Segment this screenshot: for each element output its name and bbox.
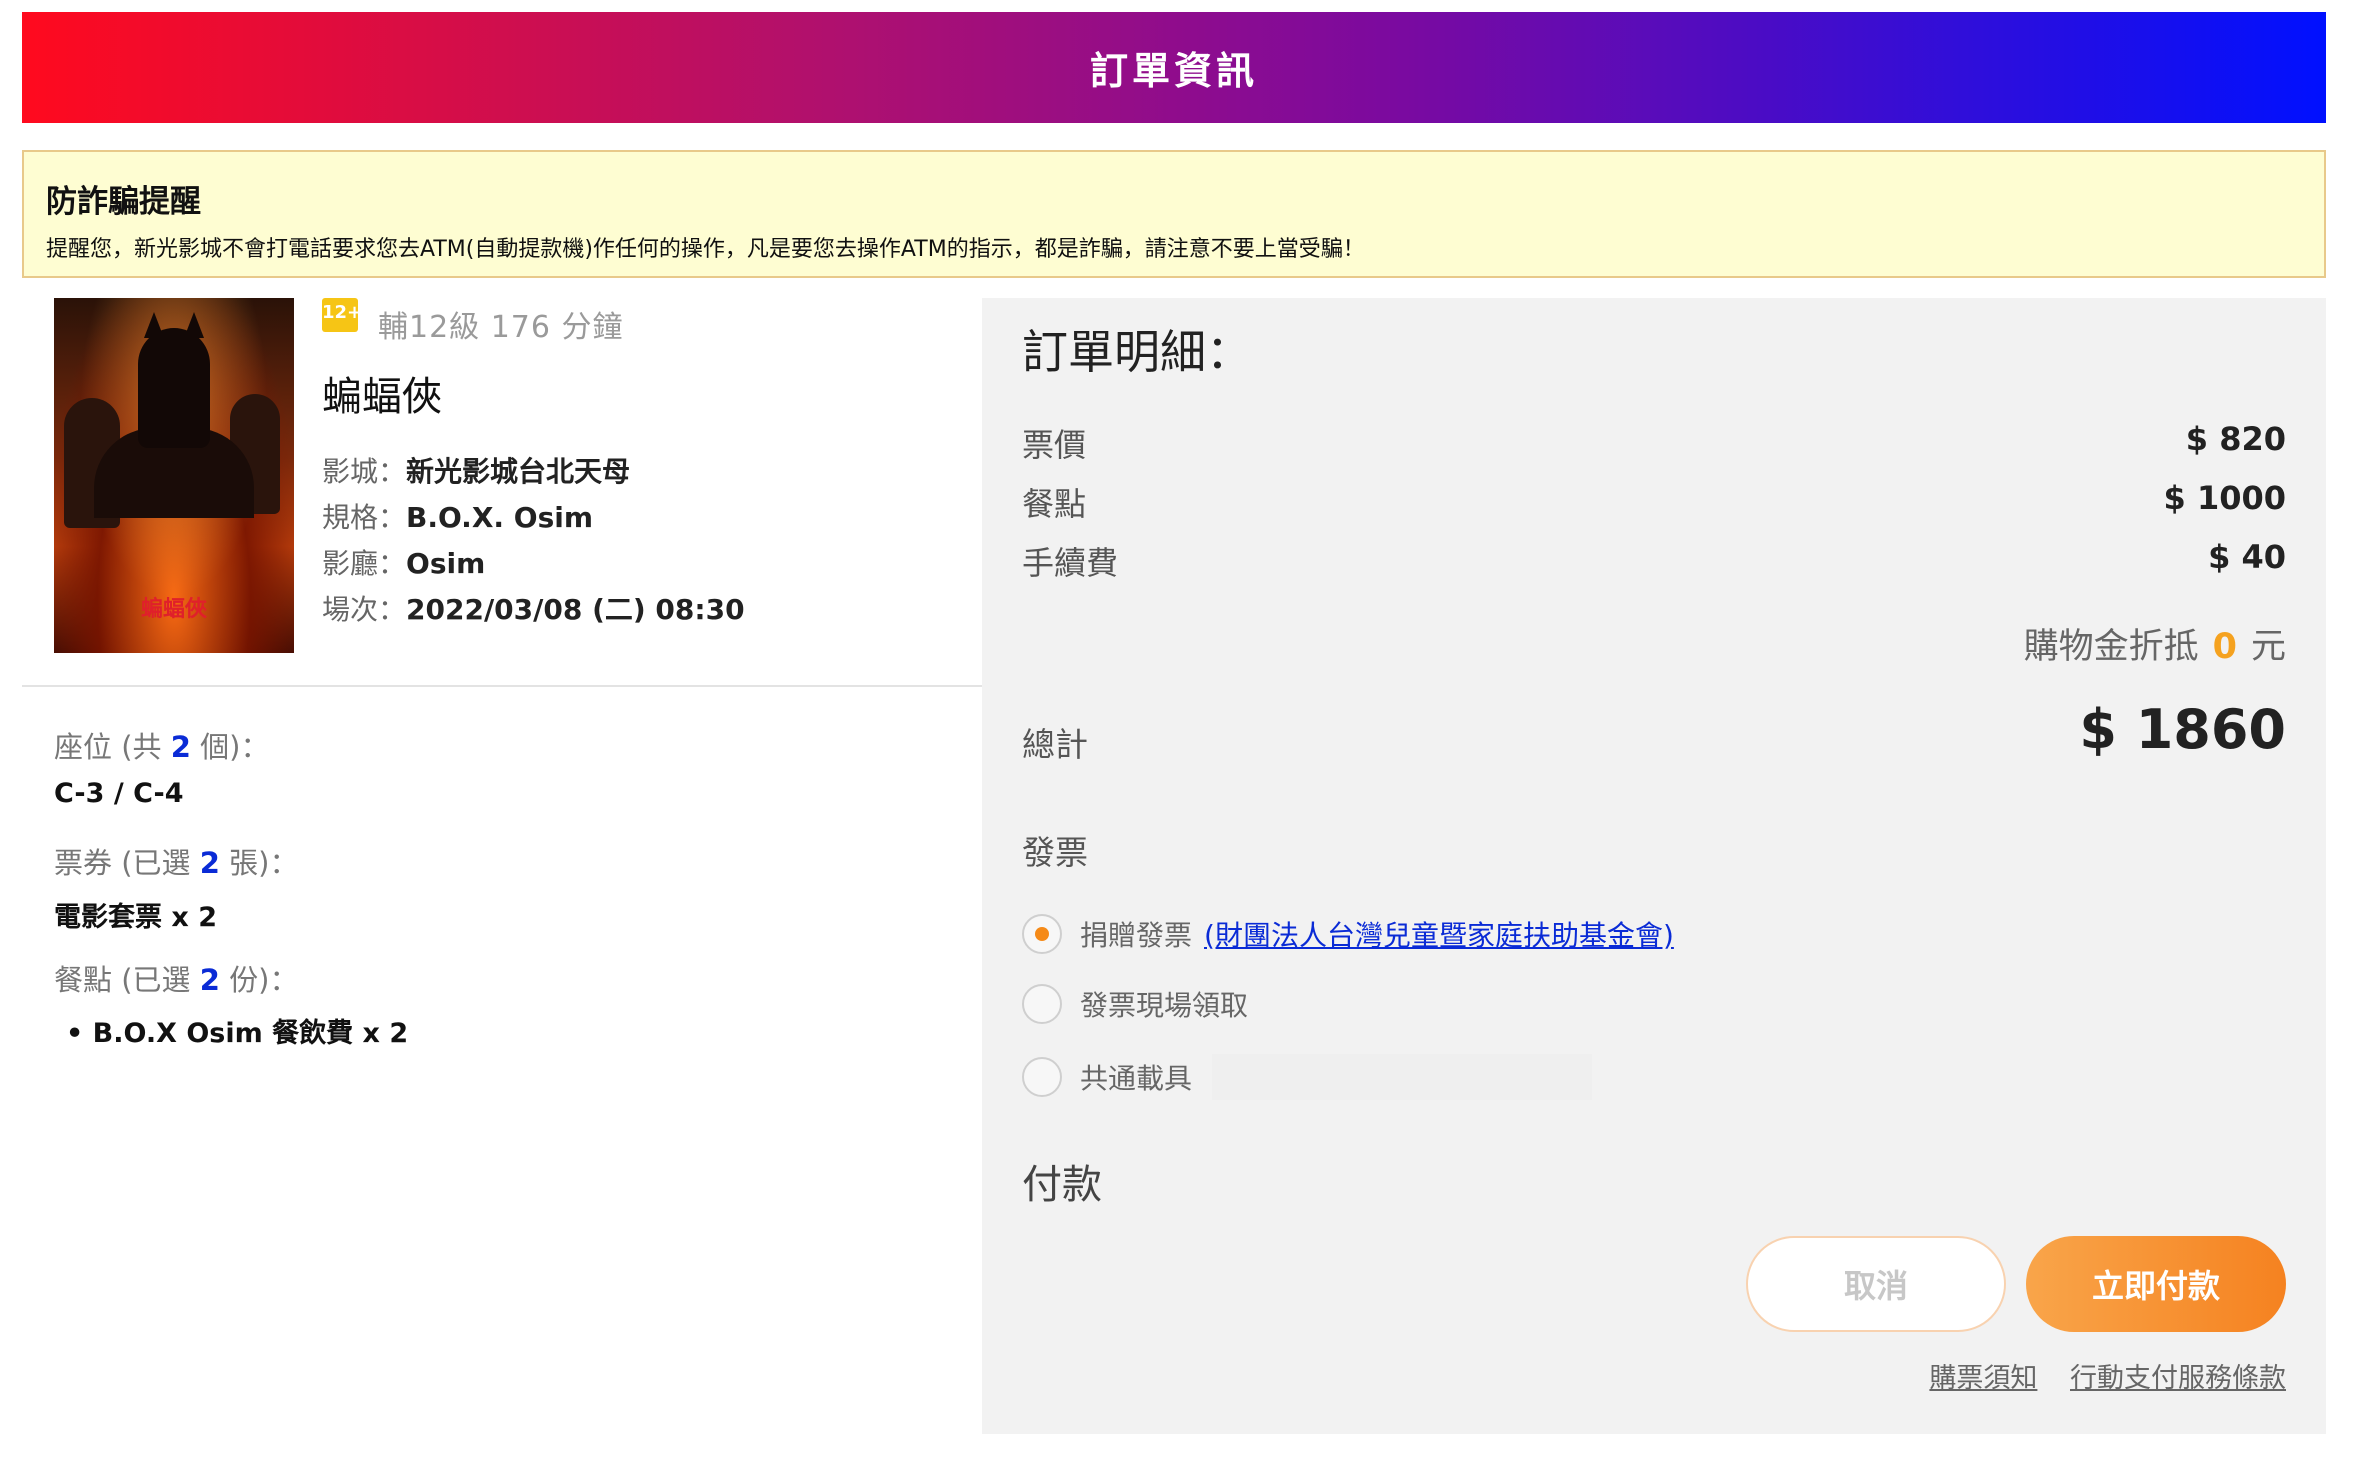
pay-now-button[interactable]: 立即付款: [2026, 1236, 2286, 1332]
order-detail-panel: 訂單明細： 票價 $ 820 餐點 $ 1000 手續費 $ 40 購物金折抵 0…: [982, 298, 2326, 1434]
format-label: 規格：: [322, 501, 407, 534]
showtime-label: 場次：: [322, 593, 407, 626]
bullet-icon: •: [66, 1018, 93, 1049]
meal-item: • B.O.X Osim 餐飲費 x 2: [66, 1011, 408, 1050]
fee-label-ticket: 票價: [1022, 426, 1087, 464]
movie-title: 蝙蝠俠: [322, 374, 442, 420]
rating-duration: 輔12級 176 分鐘: [378, 310, 624, 345]
donation-foundation-link[interactable]: (財團法人台灣兒童暨家庭扶助基金會): [1204, 914, 1674, 954]
invoice-label: 發票: [1022, 833, 1088, 872]
meals-label-prefix: 餐點 (已選: [54, 963, 200, 997]
rating-badge-icon: 12+: [322, 298, 362, 332]
page-title: 訂單資訊: [1089, 49, 1258, 93]
cinema-row: 影城：新光影城台北天母: [322, 450, 630, 490]
radio-donate[interactable]: [1022, 914, 1062, 954]
order-detail-title: 訂單明細：: [1022, 325, 1252, 379]
hall-row: 影廳：Osim: [322, 542, 485, 582]
page: 訂單資訊 防詐騙提醒 提醒您，新光影城不會打電話要求您去ATM(自動提款機)作任…: [0, 0, 2362, 1458]
movie-poster: 蝙蝠俠: [54, 298, 294, 653]
seats-label-suffix: 個)：: [190, 730, 270, 764]
ticket-notice-link[interactable]: 購票須知: [1929, 1363, 2037, 1394]
fee-value-ticket: $ 820: [2185, 420, 2286, 458]
tickets-value: 電影套票 x 2: [54, 902, 218, 933]
fee-value-handling: $ 40: [2208, 538, 2286, 576]
format-value: B.O.X. Osim: [406, 501, 594, 534]
fee-label-meal: 餐點: [1022, 485, 1087, 523]
credit-label: 購物金折抵: [2023, 627, 2199, 667]
invoice-option-onsite[interactable]: 發票現場領取: [1022, 984, 1248, 1024]
showtime-value: 2022/03/08 (二) 08:30: [406, 593, 745, 626]
carrier-input[interactable]: [1212, 1054, 1593, 1100]
cancel-button[interactable]: 取消: [1746, 1236, 2006, 1332]
tickets-label-suffix: 張)：: [219, 846, 299, 880]
cinema-label: 影城：: [322, 455, 407, 488]
footer-links: 購票須知 行動支付服務條款: [1905, 1356, 2286, 1395]
fraud-warning: 防詐騙提醒 提醒您，新光影城不會打電話要求您去ATM(自動提款機)作任何的操作，…: [22, 150, 2326, 278]
tickets-count: 2: [199, 846, 220, 880]
payment-label: 付款: [1022, 1162, 1102, 1208]
seats-label-prefix: 座位 (共: [54, 730, 171, 764]
cinema-value: 新光影城台北天母: [406, 455, 631, 488]
meals-count: 2: [199, 963, 220, 997]
poster-figure-head: [138, 312, 210, 448]
meal-item-label: B.O.X Osim 餐飲費 x 2: [92, 1018, 409, 1049]
poster-title: 蝙蝠俠: [140, 597, 207, 622]
tickets-label: 票券 (已選 2 張)：: [54, 840, 299, 882]
invoice-option-carrier-label: 共通載具: [1080, 1062, 1193, 1095]
fee-label-handling: 手續費: [1022, 544, 1119, 582]
seats-label: 座位 (共 2 個)：: [54, 724, 270, 766]
meals-label-suffix: 份)：: [219, 963, 299, 997]
total-label: 總計: [1022, 725, 1088, 764]
radio-onsite[interactable]: [1022, 984, 1062, 1024]
meals-label: 餐點 (已選 2 份)：: [54, 957, 299, 999]
format-row: 規格：B.O.X. Osim: [322, 496, 593, 536]
fee-value-meal: $ 1000: [2163, 479, 2286, 517]
showtime-row: 場次：2022/03/08 (二) 08:30: [322, 588, 745, 628]
total-value: $ 1860: [2079, 698, 2286, 761]
seats-value: C-3 / C-4: [54, 778, 184, 809]
shopping-credit-row: 購物金折抵 0 元: [2024, 618, 2286, 669]
invoice-option-donate-label: 捐贈發票: [1080, 919, 1193, 952]
radio-carrier[interactable]: [1022, 1057, 1062, 1097]
invoice-option-carrier[interactable]: 共通載具: [1022, 1054, 1593, 1100]
credit-amount: 0: [2212, 627, 2237, 667]
seats-count: 2: [170, 730, 191, 764]
warning-title: 防詐騙提醒: [46, 184, 201, 220]
hall-label: 影廳：: [322, 547, 407, 580]
invoice-option-donate[interactable]: 捐贈發票 (財團法人台灣兒童暨家庭扶助基金會): [1022, 914, 1674, 954]
warning-text: 提醒您，新光影城不會打電話要求您去ATM(自動提款機)作任何的操作，凡是要您去操…: [46, 237, 1365, 262]
mobile-payment-terms-link[interactable]: 行動支付服務條款: [2070, 1363, 2286, 1394]
tickets-label-prefix: 票券 (已選: [54, 846, 200, 880]
divider: [22, 685, 984, 687]
credit-unit: 元: [2250, 627, 2286, 667]
invoice-option-onsite-label: 發票現場領取: [1080, 989, 1249, 1022]
header-banner: 訂單資訊: [22, 12, 2326, 123]
hall-value: Osim: [406, 547, 486, 580]
